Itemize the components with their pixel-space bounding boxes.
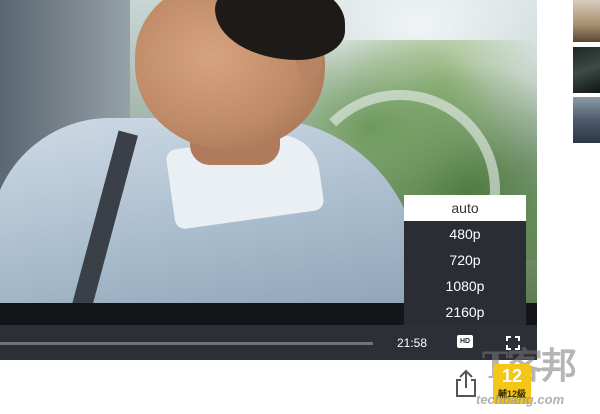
quality-menu: auto 480p 720p 1080p 2160p <box>404 195 526 325</box>
watermark-url: techbang.com <box>476 392 565 407</box>
quality-option-480p[interactable]: 480p <box>404 221 526 247</box>
quality-hd-button[interactable]: HD <box>457 335 473 348</box>
control-bar: 21:58 HD <box>0 325 537 360</box>
progress-bar[interactable] <box>0 342 373 345</box>
sidebar-video-thumbnail[interactable] <box>573 47 600 93</box>
quality-option-720p[interactable]: 720p <box>404 247 526 273</box>
video-player[interactable]: 21:58 HD auto 480p 720p 1080p 2160p <box>0 0 537 360</box>
time-display: 21:58 <box>397 336 428 350</box>
age-rating-number: 12 <box>501 366 523 386</box>
quality-option-2160p[interactable]: 2160p <box>404 299 526 325</box>
sidebar-video-thumbnail[interactable] <box>573 0 600 42</box>
quality-option-1080p[interactable]: 1080p <box>404 273 526 299</box>
page: 21:58 HD auto 480p 720p 1080p 2160p T客邦 … <box>0 0 600 414</box>
quality-option-auto[interactable]: auto <box>404 195 526 221</box>
sidebar-video-thumbnail[interactable] <box>573 97 600 143</box>
